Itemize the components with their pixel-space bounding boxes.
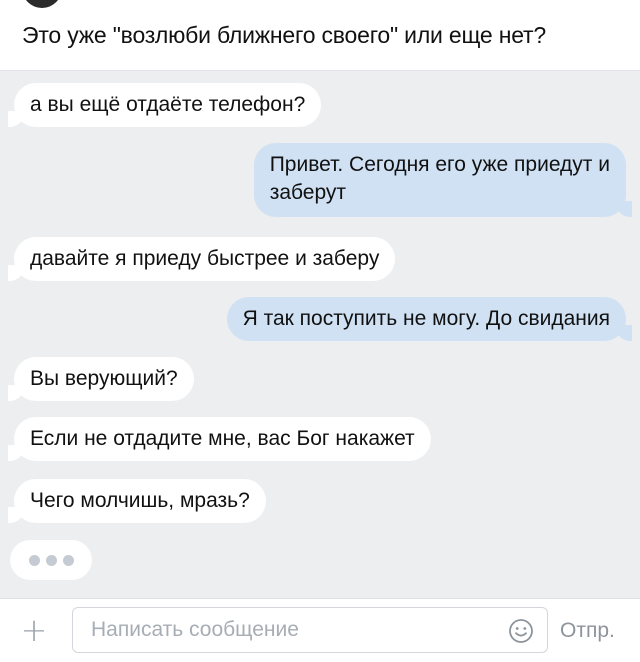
message-incoming[interactable]: а вы ещё отдаёте телефон?: [7, 83, 322, 127]
message-text: давайте я приеду быстрее и заберу: [30, 247, 380, 270]
message-incoming[interactable]: Чего молчишь, мразь?: [8, 479, 266, 523]
message-text: Вы верующий?: [30, 367, 178, 390]
avatar[interactable]: [22, 0, 62, 8]
message-outgoing[interactable]: Я так поступить не могу. До свидания: [226, 297, 633, 341]
message-text: а вы ещё отдаёте телефон?: [30, 93, 306, 116]
post-header: Это уже "возлюби ближнего своего" или ещ…: [0, 0, 640, 70]
smile-icon[interactable]: [508, 618, 534, 644]
typing-dot: [45, 554, 57, 566]
post-caption: Это уже "возлюби ближнего своего" или ещ…: [22, 22, 546, 48]
message-incoming[interactable]: давайте я приеду быстрее и заберу: [7, 237, 396, 281]
typing-dot: [62, 554, 74, 566]
message-incoming[interactable]: Вы верующий?: [8, 357, 194, 401]
typing-indicator: [10, 540, 92, 580]
message-text-line: заберут: [269, 181, 347, 204]
chat-area[interactable]: а вы ещё отдаёте телефон? Привет. Сегодн…: [0, 70, 640, 598]
typing-dot: [28, 554, 40, 566]
message-input[interactable]: [72, 607, 548, 653]
message-text: Если не отдадите мне, вас Бог накажет: [30, 427, 415, 450]
message-text: Я так поступить не могу. До свидания: [242, 307, 610, 330]
plus-icon[interactable]: +: [20, 614, 48, 646]
message-outgoing[interactable]: Привет. Сегодня его уже приедут и заберу…: [253, 143, 633, 217]
message-text-line: Привет. Сегодня его уже приедут и: [269, 153, 610, 176]
message-incoming[interactable]: Если не отдадите мне, вас Бог накажет: [8, 417, 431, 461]
send-button[interactable]: Отпр.: [560, 616, 615, 646]
message-composer: + Отпр.: [0, 598, 640, 662]
message-text: Чего молчишь, мразь?: [30, 489, 250, 512]
